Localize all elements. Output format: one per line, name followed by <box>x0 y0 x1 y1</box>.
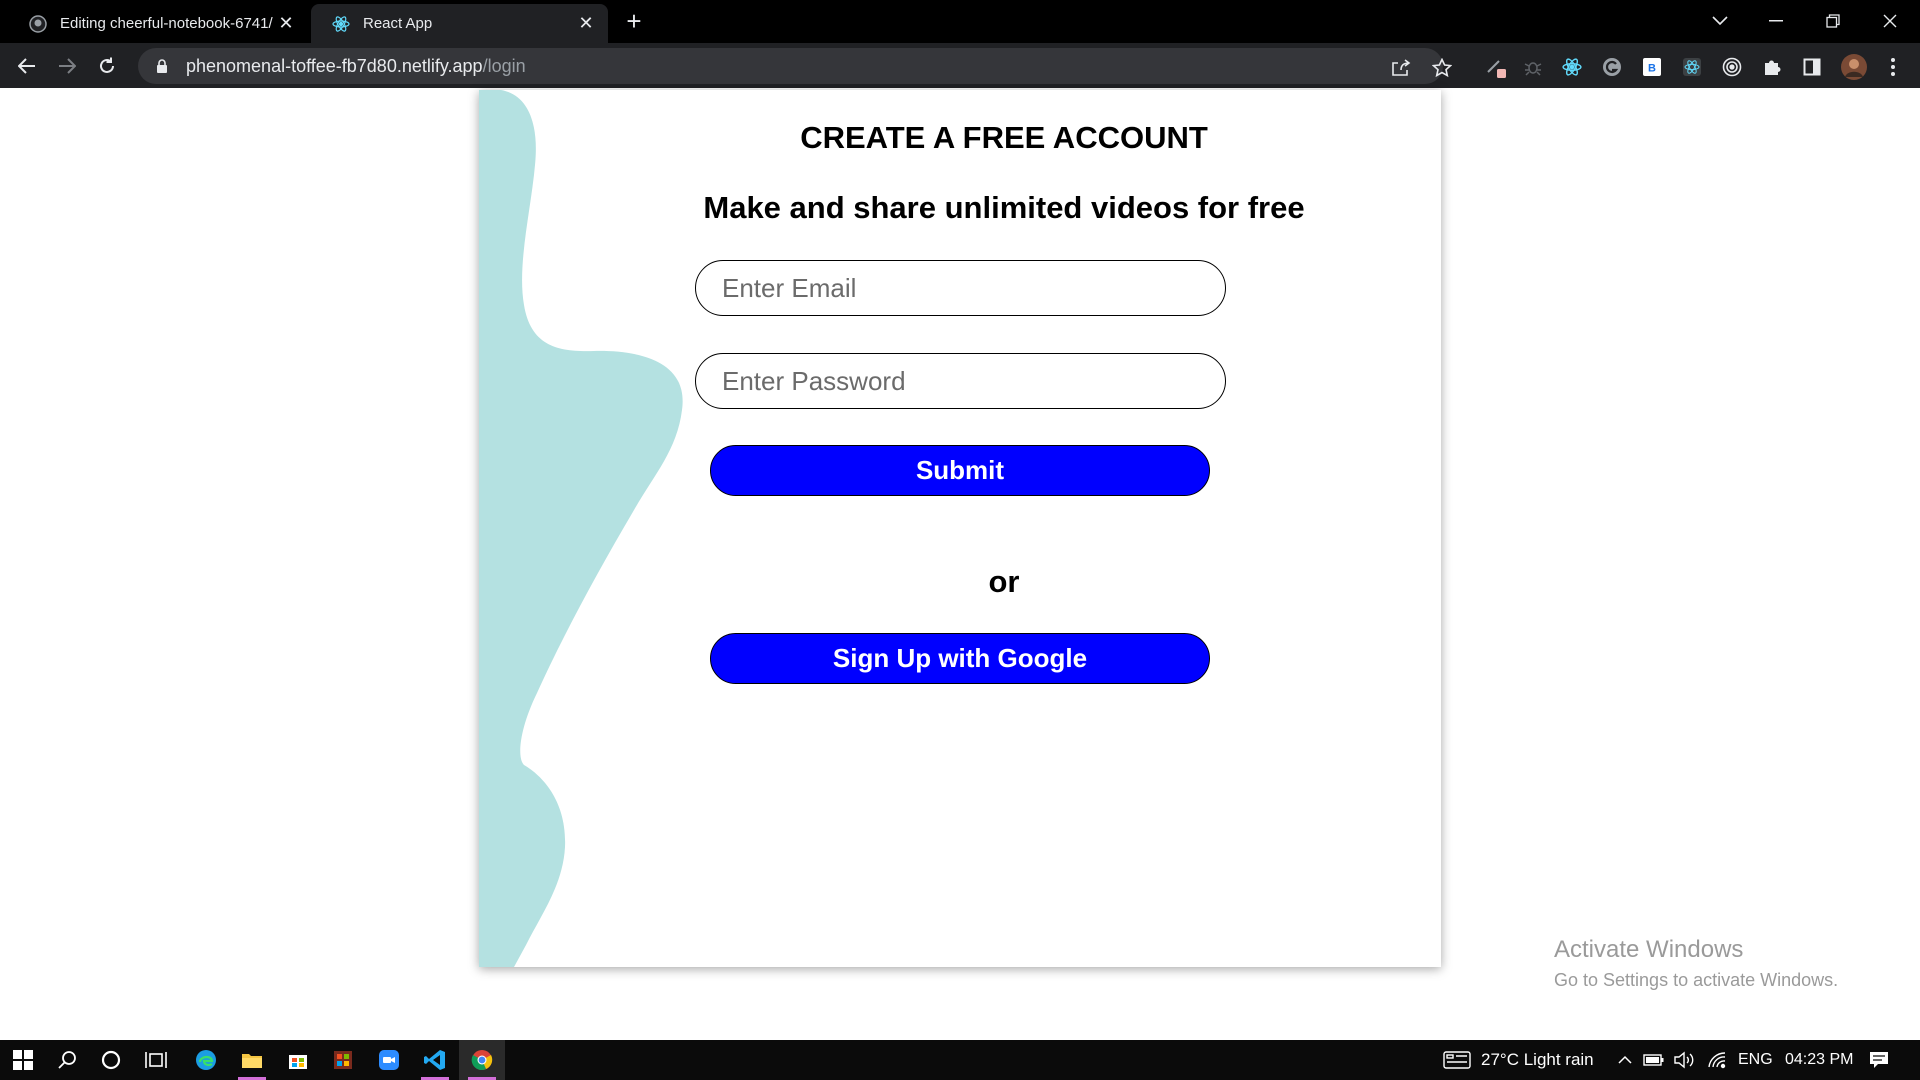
url-path: /login <box>482 55 526 76</box>
microsoft-store-icon[interactable] <box>275 1040 321 1080</box>
chrome-menu-icon[interactable] <box>1882 56 1904 78</box>
system-clock[interactable]: 04:23 PM <box>1785 1040 1853 1080</box>
watermark-subtitle: Go to Settings to activate Windows. <box>1554 970 1839 990</box>
browser-toolbar: phenomenal-toffee-fb7d80.netlify.app/log… <box>0 43 1920 88</box>
reload-icon[interactable] <box>91 50 123 82</box>
volume-icon[interactable] <box>1673 1049 1695 1071</box>
windows-start-icon[interactable] <box>0 1040 46 1080</box>
tab-editing-notebook[interactable]: Editing cheerful-notebook-6741/ ✕ <box>8 4 308 43</box>
extension-b-icon[interactable]: B <box>1641 56 1663 78</box>
profile-avatar[interactable] <box>1841 54 1867 80</box>
extension-redux-icon[interactable] <box>1681 56 1703 78</box>
side-panel-icon[interactable] <box>1801 56 1823 78</box>
search-icon[interactable] <box>44 1040 90 1080</box>
windows-activation-watermark: Activate Windows Go to Settings to activ… <box>1554 936 1838 991</box>
close-tab-icon[interactable]: ✕ <box>276 13 296 34</box>
tab-title: React App <box>363 15 433 32</box>
watermark-title: Activate Windows <box>1554 936 1744 963</box>
restore-icon[interactable] <box>1813 6 1853 36</box>
extension-grammarly-icon[interactable] <box>1601 56 1623 78</box>
github-icon <box>28 14 48 34</box>
language-indicator[interactable]: ENG <box>1738 1040 1773 1080</box>
password-input[interactable] <box>695 353 1226 409</box>
file-explorer-icon[interactable] <box>229 1040 275 1080</box>
tab-react-app[interactable]: React App ✕ <box>311 4 608 43</box>
task-view-icon[interactable] <box>133 1040 179 1080</box>
lock-icon <box>154 58 170 74</box>
tab-title: Editing cheerful-notebook-6741/ <box>60 15 273 32</box>
new-tab-button[interactable]: + <box>620 8 648 36</box>
submit-button[interactable]: Submit <box>710 445 1210 496</box>
windows-taskbar: 27°C Light rain ENG 04:23 PM <box>0 1040 1920 1080</box>
battery-icon[interactable] <box>1643 1049 1665 1071</box>
notifications-icon[interactable] <box>1868 1049 1890 1071</box>
office-app-icon[interactable] <box>320 1040 366 1080</box>
cortana-icon[interactable] <box>88 1040 134 1080</box>
signup-card: CREATE A FREE ACCOUNT Make and share unl… <box>479 90 1441 967</box>
react-icon <box>331 14 351 34</box>
browser-tab-strip: Editing cheerful-notebook-6741/ ✕ React … <box>0 0 1920 43</box>
page-subtitle: Make and share unlimited videos for free <box>703 190 1305 225</box>
url-host: phenomenal-toffee-fb7d80.netlify.app <box>186 55 483 76</box>
close-tab-icon[interactable]: ✕ <box>576 13 596 34</box>
weather-text[interactable]: 27°C Light rain <box>1481 1040 1594 1080</box>
svg-text:B: B <box>1648 63 1656 75</box>
chrome-taskbar-icon[interactable] <box>459 1040 505 1080</box>
extension-target-icon[interactable] <box>1721 56 1743 78</box>
zoom-app-icon[interactable] <box>366 1040 412 1080</box>
show-hidden-icons-chevron-icon[interactable] <box>1614 1049 1636 1071</box>
bookmark-star-icon[interactable] <box>1431 57 1453 79</box>
edge-browser-icon[interactable] <box>183 1040 229 1080</box>
weather-icon[interactable] <box>1442 1049 1472 1071</box>
page-title: CREATE A FREE ACCOUNT <box>800 120 1208 155</box>
share-icon[interactable] <box>1390 57 1412 79</box>
or-divider-text: or <box>988 564 1020 599</box>
extensions-puzzle-icon[interactable] <box>1761 56 1783 78</box>
wifi-icon[interactable] <box>1706 1049 1728 1071</box>
forward-arrow-icon[interactable] <box>51 50 83 82</box>
extension-bug-icon[interactable] <box>1522 56 1544 78</box>
close-window-icon[interactable] <box>1870 6 1910 36</box>
extension-react-devtools-icon[interactable] <box>1561 56 1583 78</box>
address-bar[interactable]: phenomenal-toffee-fb7d80.netlify.app/log… <box>138 48 1452 84</box>
vscode-icon[interactable] <box>412 1040 458 1080</box>
email-input[interactable] <box>695 260 1226 316</box>
extension-pen-icon[interactable] <box>1485 56 1507 78</box>
minimize-icon[interactable] <box>1756 6 1796 36</box>
back-arrow-icon[interactable] <box>11 50 43 82</box>
tab-search-chevron-icon[interactable] <box>1700 6 1740 36</box>
google-signup-button[interactable]: Sign Up with Google <box>710 633 1210 684</box>
